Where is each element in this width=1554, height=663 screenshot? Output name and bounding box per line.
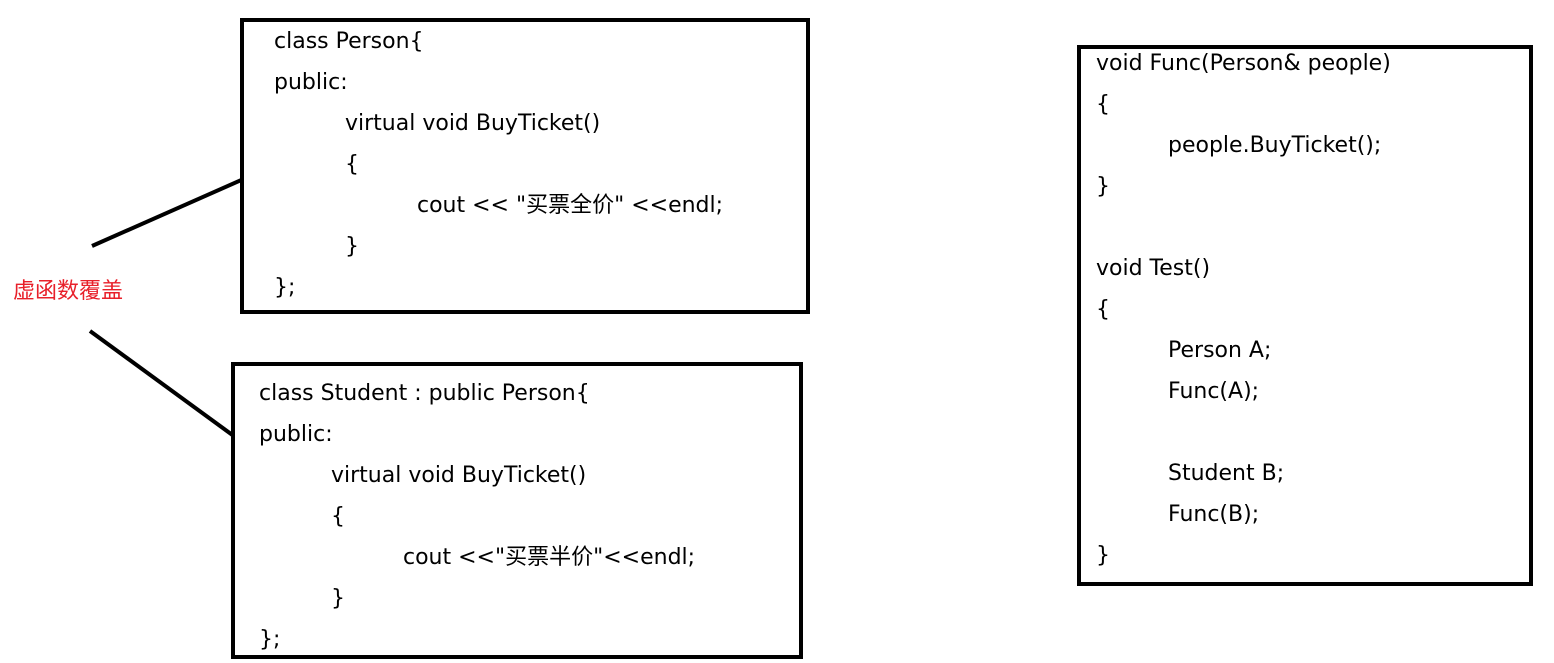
student-class-end: }; bbox=[259, 627, 281, 652]
person-cout-line: cout << "买票全价" <<endl; bbox=[417, 193, 724, 218]
person-close-brace: } bbox=[345, 234, 359, 259]
student-close-brace: } bbox=[331, 586, 345, 611]
annotation-label: 虚函数覆盖 bbox=[13, 279, 124, 304]
person-public-line: public: bbox=[274, 70, 348, 95]
person-class-box bbox=[240, 18, 810, 314]
student-class-line: class Student : public Person{ bbox=[259, 381, 590, 406]
student-b-decl-line: Student B; bbox=[1168, 461, 1285, 486]
func-close-brace: } bbox=[1096, 174, 1110, 199]
func-open-brace: { bbox=[1096, 92, 1110, 117]
test-signature-line: void Test() bbox=[1096, 256, 1211, 281]
test-code-box bbox=[1077, 45, 1533, 586]
func-call-line: people.BuyTicket(); bbox=[1168, 133, 1382, 158]
func-b-call-line: Func(B); bbox=[1168, 502, 1260, 527]
person-a-decl-line: Person A; bbox=[1168, 338, 1272, 363]
student-open-brace: { bbox=[331, 504, 345, 529]
test-close-brace: } bbox=[1096, 543, 1110, 568]
person-virtual-func-line: virtual void BuyTicket() bbox=[345, 111, 601, 136]
person-class-line: class Person{ bbox=[274, 29, 424, 54]
func-signature-line: void Func(Person& people) bbox=[1096, 51, 1391, 76]
func-a-call-line: Func(A); bbox=[1168, 379, 1260, 404]
student-virtual-func-line: virtual void BuyTicket() bbox=[331, 463, 587, 488]
student-public-line: public: bbox=[259, 422, 333, 447]
person-open-brace: { bbox=[345, 152, 359, 177]
person-class-end: }; bbox=[274, 275, 296, 300]
student-cout-line: cout <<"买票半价"<<endl; bbox=[403, 545, 696, 570]
test-open-brace: { bbox=[1096, 297, 1110, 322]
